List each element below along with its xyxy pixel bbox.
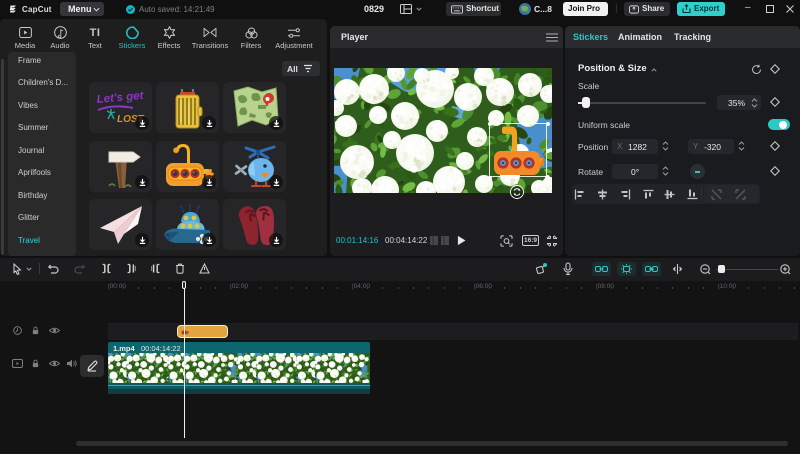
svg-text:Let's get: Let's get [96, 89, 145, 105]
